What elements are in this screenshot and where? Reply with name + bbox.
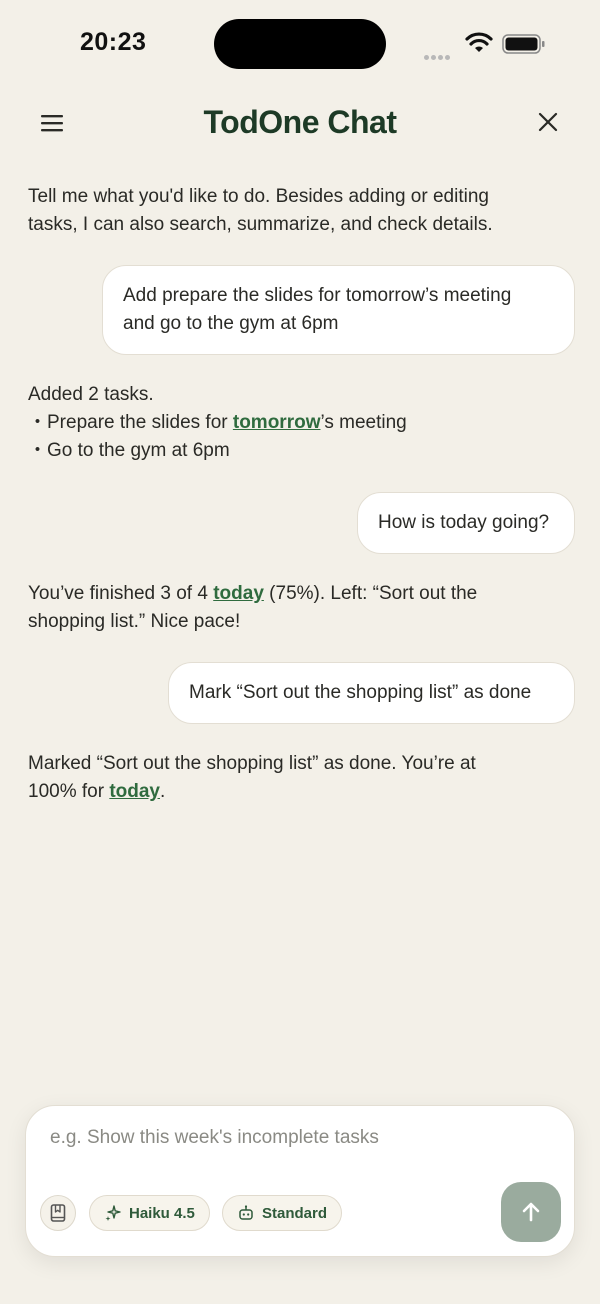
user-message-bubble: Mark “Sort out the shopping list” as don… [168, 662, 575, 724]
status-bar: 20:23 [0, 0, 600, 90]
battery-icon [502, 34, 545, 54]
text-fragment: (75%). Left: “Sort out the [263, 583, 478, 604]
user-message-bubble: How is today going? [357, 492, 575, 554]
text-fragment: You’ve finished 3 of 4 [28, 583, 214, 604]
sparkle-icon [105, 1205, 121, 1221]
assistant-message: You’ve finished 3 of 4 today (75%). Left… [28, 580, 548, 636]
date-link-today[interactable]: today [109, 781, 160, 802]
date-link-tomorrow[interactable]: tomorrow [233, 412, 321, 433]
message-line: Add prepare the slides for tomorrow’s me… [123, 285, 512, 306]
arrow-up-icon [522, 1202, 540, 1222]
robot-icon [239, 1205, 253, 1220]
model-selector-chip[interactable]: Haiku 4.5 [89, 1195, 210, 1231]
user-message-bubble: Add prepare the slides for tomorrow’s me… [102, 265, 575, 355]
assistant-message: Added 2 tasks. ・Prepare the slides for t… [28, 381, 548, 465]
mode-selector-chip[interactable]: Standard [222, 1195, 343, 1231]
dynamic-island [214, 19, 386, 69]
model-label: Haiku 4.5 [129, 1204, 195, 1222]
task-list-item: ・Prepare the slides for tomorrow’s meeti… [28, 409, 548, 437]
assistant-message: Tell me what you'd like to do. Besides a… [28, 183, 548, 239]
date-link-today[interactable]: today [213, 583, 264, 604]
app-header: TodOne Chat [0, 96, 600, 152]
message-line: shopping list.” Nice pace! [28, 611, 241, 632]
message-line: You’ve finished 3 of 4 today (75%). Left… [28, 580, 548, 608]
message-line: Tell me what you'd like to do. Besides a… [28, 186, 489, 207]
status-time: 20:23 [80, 28, 147, 56]
message-line: tasks, I can also search, summarize, and… [28, 214, 493, 235]
text-fragment: ・Prepare the slides for [28, 412, 233, 433]
mode-label: Standard [262, 1204, 328, 1222]
book-icon [50, 1204, 66, 1222]
task-library-button[interactable] [40, 1195, 76, 1231]
chat-composer: Haiku 4.5 Standard [25, 1105, 575, 1257]
assistant-message: Marked “Sort out the shopping list” as d… [28, 750, 548, 806]
message-line: Marked “Sort out the shopping list” as d… [28, 753, 476, 774]
task-list-item: ・Go to the gym at 6pm [28, 440, 230, 461]
close-icon[interactable] [534, 108, 562, 136]
text-fragment: ’s meeting [320, 412, 407, 433]
text-fragment: 100% for [28, 781, 110, 802]
send-button[interactable] [501, 1182, 561, 1242]
cellular-signal-icon [424, 47, 452, 65]
message-line: Added 2 tasks. [28, 384, 154, 405]
wifi-icon [465, 32, 493, 52]
page-title: TodOne Chat [203, 104, 398, 140]
message-line: 100% for today. [28, 778, 548, 806]
chat-input[interactable] [48, 1126, 552, 1150]
text-fragment: . [160, 781, 166, 802]
message-line: and go to the gym at 6pm [123, 313, 339, 334]
